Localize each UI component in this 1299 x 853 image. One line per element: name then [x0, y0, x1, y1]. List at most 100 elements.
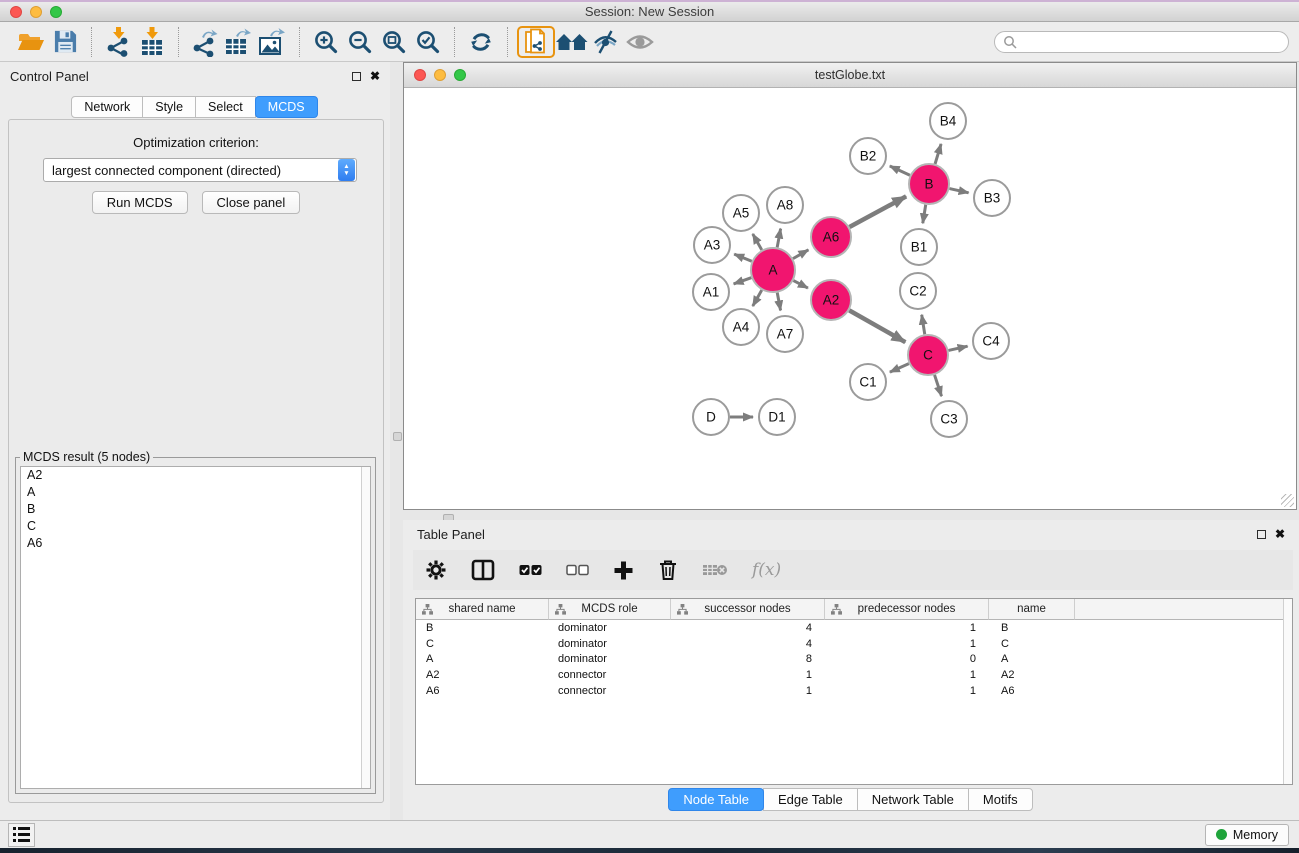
import-network-icon[interactable]: [101, 26, 135, 58]
mcds-list-scrollbar[interactable]: [361, 467, 370, 788]
task-history-button[interactable]: [8, 823, 35, 847]
graph-node-C2[interactable]: C2: [900, 273, 936, 309]
graph-edge-A-A5[interactable]: [753, 234, 762, 250]
graph-node-B2[interactable]: B2: [850, 138, 886, 174]
graph-edge-B-B4[interactable]: [935, 144, 941, 164]
float-panel-icon[interactable]: [352, 72, 361, 81]
mcds-result-item[interactable]: C: [21, 518, 370, 535]
column-header-predecessor-nodes[interactable]: predecessor nodes: [824, 599, 988, 620]
graph-node-C[interactable]: C: [908, 335, 948, 375]
delete-rows-trash-icon[interactable]: [658, 559, 678, 581]
column-header-name[interactable]: name: [988, 599, 1074, 620]
table-row[interactable]: A2connector11A2: [416, 667, 1292, 683]
graph-node-C1[interactable]: C1: [850, 364, 886, 400]
table-scrollbar[interactable]: [1283, 599, 1292, 784]
graph-node-A5[interactable]: A5: [723, 195, 759, 231]
graph-edge-B-B2[interactable]: [890, 166, 910, 175]
tab-style[interactable]: Style: [142, 96, 196, 118]
graph-edge-A-A8[interactable]: [777, 229, 780, 248]
graph-node-A6[interactable]: A6: [811, 217, 851, 257]
refresh-layout-icon[interactable]: [464, 26, 498, 58]
graph-edge-C-C2[interactable]: [922, 315, 925, 335]
column-header-shared-name[interactable]: shared name: [416, 599, 548, 620]
close-panel-icon[interactable]: ✖: [370, 70, 380, 82]
graph-edge-A-A3[interactable]: [734, 254, 752, 261]
graph-edge-A-A2[interactable]: [793, 281, 807, 288]
export-table-icon[interactable]: [222, 26, 256, 58]
graph-node-B4[interactable]: B4: [930, 103, 966, 139]
graph-node-A[interactable]: A: [751, 248, 795, 292]
save-session-icon[interactable]: [48, 26, 82, 58]
column-header-successor-nodes[interactable]: successor nodes: [670, 599, 824, 620]
graph-node-C3[interactable]: C3: [931, 401, 967, 437]
graph-node-D1[interactable]: D1: [759, 399, 795, 435]
network-graph-canvas[interactable]: A A1 A2 A3 A4 A5 A6 A7 A8 B B1 B2 B3 B4 C C1 C2 C3 C4 D D1: [404, 88, 1296, 509]
graph-edge-A-A1[interactable]: [734, 278, 752, 284]
home-icon[interactable]: [555, 26, 589, 58]
graph-edge-A6-B[interactable]: [849, 196, 906, 227]
mcds-result-item[interactable]: B: [21, 501, 370, 518]
graph-edge-A-A4[interactable]: [753, 290, 762, 306]
close-table-panel-icon[interactable]: ✖: [1275, 528, 1285, 540]
export-network-icon[interactable]: [188, 26, 222, 58]
node-table[interactable]: shared nameMCDS rolesuccessor nodesprede…: [415, 598, 1293, 785]
tab-edge-table[interactable]: Edge Table: [763, 788, 858, 811]
network-from-file-icon[interactable]: [517, 26, 555, 58]
graph-edge-A-A7[interactable]: [777, 293, 780, 311]
deselect-all-rows-icon[interactable]: [566, 563, 589, 577]
graph-edge-B-B1[interactable]: [923, 205, 926, 224]
add-row-icon[interactable]: [613, 560, 634, 581]
graph-edge-C-C3[interactable]: [935, 375, 942, 396]
select-all-rows-icon[interactable]: [519, 563, 542, 577]
settings-gear-icon[interactable]: [425, 559, 447, 581]
resize-grip[interactable]: [1281, 494, 1294, 507]
zoom-selected-icon[interactable]: [411, 26, 445, 58]
vertical-split-handle[interactable]: [393, 432, 402, 441]
hide-graphics-details-icon[interactable]: [589, 26, 623, 58]
table-row[interactable]: Bdominator41B: [416, 620, 1292, 636]
show-graphics-details-icon[interactable]: [623, 26, 657, 58]
graph-node-A8[interactable]: A8: [767, 187, 803, 223]
import-table-icon[interactable]: [135, 26, 169, 58]
tab-network-table[interactable]: Network Table: [857, 788, 969, 811]
graph-node-A4[interactable]: A4: [723, 309, 759, 345]
graph-node-C4[interactable]: C4: [973, 323, 1009, 359]
zoom-fit-icon[interactable]: [377, 26, 411, 58]
close-panel-button[interactable]: Close panel: [202, 191, 301, 214]
graph-node-A3[interactable]: A3: [694, 227, 730, 263]
criterion-select[interactable]: largest connected component (directed) ▲…: [43, 158, 357, 182]
tab-motifs[interactable]: Motifs: [968, 788, 1033, 811]
mcds-result-item[interactable]: A6: [21, 535, 370, 552]
zoom-out-icon[interactable]: [343, 26, 377, 58]
table-row[interactable]: A6connector11A6: [416, 683, 1292, 699]
tab-mcds[interactable]: MCDS: [255, 96, 318, 118]
tab-network[interactable]: Network: [71, 96, 143, 118]
memory-button[interactable]: Memory: [1205, 824, 1289, 846]
table-row[interactable]: Cdominator41C: [416, 636, 1292, 652]
tab-select[interactable]: Select: [195, 96, 256, 118]
mcds-result-item[interactable]: A: [21, 484, 370, 501]
graph-edge-A-A6[interactable]: [793, 250, 808, 259]
graph-node-A7[interactable]: A7: [767, 316, 803, 352]
search-input[interactable]: [1017, 35, 1280, 49]
table-row[interactable]: Adominator80A: [416, 652, 1292, 668]
table-header-row[interactable]: shared nameMCDS rolesuccessor nodesprede…: [416, 599, 1292, 620]
tab-node-table[interactable]: Node Table: [668, 788, 764, 811]
open-session-folder-icon[interactable]: [14, 26, 48, 58]
graph-node-B[interactable]: B: [909, 164, 949, 204]
mcds-result-item[interactable]: A2: [21, 467, 370, 484]
graph-node-A1[interactable]: A1: [693, 274, 729, 310]
graph-node-B1[interactable]: B1: [901, 229, 937, 265]
mcds-result-list[interactable]: A2ABCA6: [20, 466, 371, 789]
graph-node-A2[interactable]: A2: [811, 280, 851, 320]
run-mcds-button[interactable]: Run MCDS: [92, 191, 188, 214]
show-columns-icon[interactable]: [471, 559, 495, 581]
zoom-in-icon[interactable]: [309, 26, 343, 58]
graph-edge-A2-C[interactable]: [849, 310, 905, 342]
export-image-icon[interactable]: [256, 26, 290, 58]
graph-node-B3[interactable]: B3: [974, 180, 1010, 216]
graph-node-D[interactable]: D: [693, 399, 729, 435]
graph-edge-C-C1[interactable]: [890, 364, 909, 373]
graph-edge-C-C4[interactable]: [948, 346, 967, 350]
graph-edge-B-B3[interactable]: [949, 189, 968, 193]
